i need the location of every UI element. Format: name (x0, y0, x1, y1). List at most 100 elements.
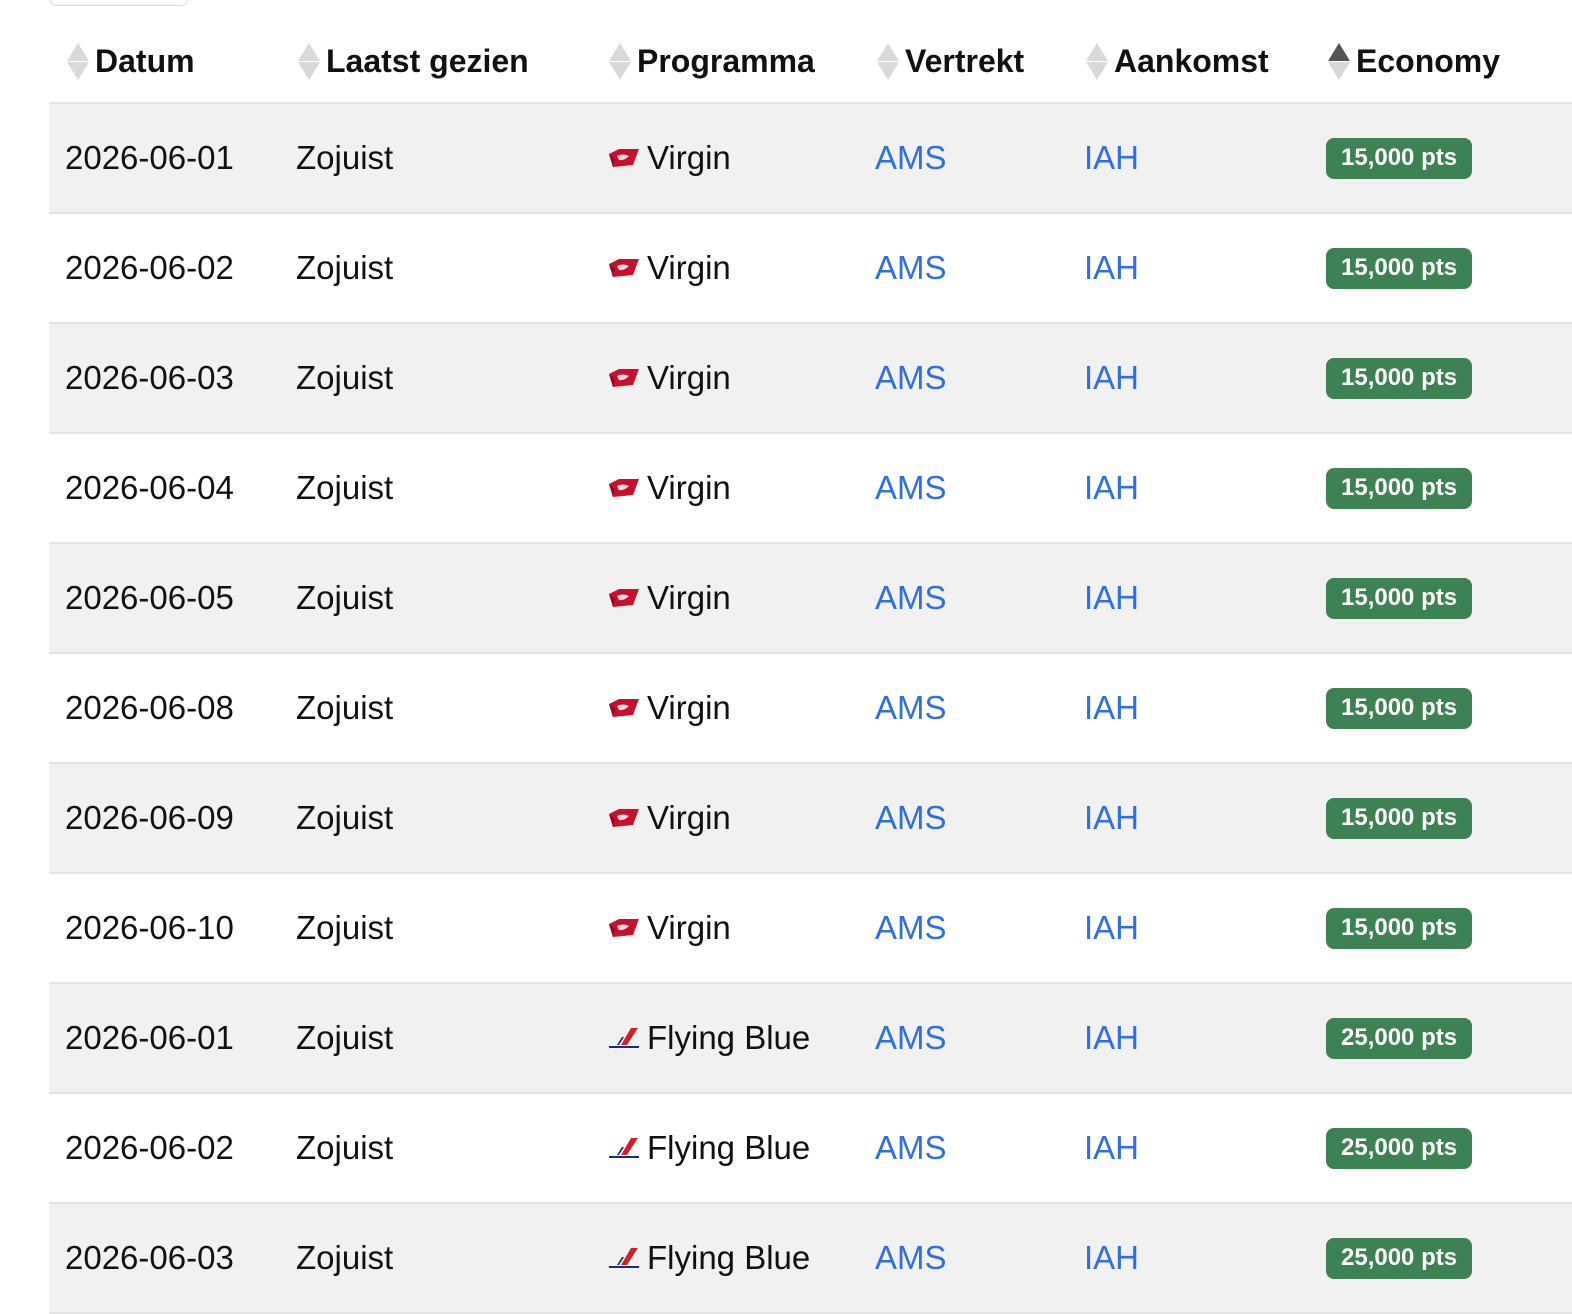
date-cell: 2026-06-02 (65, 249, 234, 286)
points-badge[interactable]: 15,000 pts (1326, 687, 1473, 729)
virgin-logo-icon (609, 149, 639, 167)
program-cell: Virgin (607, 434, 731, 542)
arrival-link[interactable]: IAH (1084, 874, 1139, 982)
arrival-link[interactable]: IAH (1084, 1094, 1139, 1202)
table-row[interactable]: 2026-06-10 Zojuist Virgin AMS IAH 15,000 pts (49, 874, 1572, 984)
top-tab-control[interactable] (50, 0, 188, 6)
points-badge[interactable]: 25,000 pts (1326, 1017, 1473, 1059)
column-header-label: Laatst gezien (326, 42, 529, 79)
program-cell: Virgin (607, 654, 731, 762)
departure-link[interactable]: AMS (875, 984, 947, 1092)
program-cell: Virgin (607, 214, 731, 322)
points-badge[interactable]: 25,000 pts (1326, 1237, 1473, 1279)
departure-link[interactable]: AMS (875, 874, 947, 982)
points-badge[interactable]: 25,000 pts (1326, 1127, 1473, 1169)
points-badge[interactable]: 15,000 pts (1326, 797, 1473, 839)
economy-cell: 15,000 pts (1326, 654, 1473, 762)
program-cell: Virgin (607, 544, 731, 652)
virgin-logo-icon (609, 919, 639, 937)
column-header-program[interactable]: Programma (607, 20, 815, 102)
points-badge[interactable]: 15,000 pts (1326, 357, 1473, 399)
points-badge[interactable]: 15,000 pts (1326, 247, 1473, 289)
arrival-link[interactable]: IAH (1084, 654, 1139, 762)
economy-cell: 25,000 pts (1326, 984, 1473, 1092)
points-badge[interactable]: 15,000 pts (1326, 137, 1473, 179)
economy-cell: 15,000 pts (1326, 214, 1473, 322)
last-seen-cell: Zojuist (296, 1239, 394, 1276)
table-row[interactable]: 2026-06-02 Zojuist Virgin AMS IAH 15,000 pts (49, 214, 1572, 324)
program-cell: Virgin (607, 104, 731, 212)
column-header-last-seen[interactable]: Laatst gezien (296, 20, 529, 102)
economy-cell: 25,000 pts (1326, 1094, 1473, 1202)
points-badge[interactable]: 15,000 pts (1326, 577, 1473, 619)
date-cell: 2026-06-09 (65, 799, 234, 836)
program-name: Flying Blue (647, 1019, 811, 1056)
table-row[interactable]: 2026-06-02 Zojuist Flying Blue AMS IAH 25,000… (49, 1094, 1572, 1204)
sort-icon (1084, 41, 1110, 81)
table-row[interactable]: 2026-06-05 Zojuist Virgin AMS IAH 15,000 pts (49, 544, 1572, 654)
departure-link[interactable]: AMS (875, 764, 947, 872)
program-name: Flying Blue (647, 1239, 811, 1276)
economy-cell: 15,000 pts (1326, 544, 1473, 652)
departure-link[interactable]: AMS (875, 654, 947, 762)
program-cell: Flying Blue (607, 984, 810, 1092)
program-cell: Flying Blue (607, 1094, 810, 1202)
date-cell: 2026-06-01 (65, 1019, 234, 1056)
economy-cell: 15,000 pts (1326, 874, 1473, 982)
column-header-departure[interactable]: Vertrekt (875, 20, 1024, 102)
departure-link[interactable]: AMS (875, 214, 947, 322)
table-row[interactable]: 2026-06-01 Zojuist Flying Blue AMS IAH 25,000… (49, 984, 1572, 1094)
column-header-date[interactable]: Datum (65, 20, 195, 102)
table-row[interactable]: 2026-06-04 Zojuist Virgin AMS IAH 15,000 pts (49, 434, 1572, 544)
program-name: Virgin (647, 469, 731, 506)
table-row[interactable]: 2026-06-03 Zojuist Flying Blue AMS IAH 25,000… (49, 1204, 1572, 1314)
departure-link[interactable]: AMS (875, 544, 947, 652)
arrival-link[interactable]: IAH (1084, 434, 1139, 542)
column-header-arrival[interactable]: Aankomst (1084, 20, 1269, 102)
column-header-label: Aankomst (1114, 42, 1269, 79)
program-cell: Virgin (607, 764, 731, 872)
program-name: Virgin (647, 579, 731, 616)
results-table: Datum Laatst gezien Programma Vertrekt A… (49, 20, 1572, 1314)
program-cell: Flying Blue (607, 1204, 810, 1312)
table-row[interactable]: 2026-06-08 Zojuist Virgin AMS IAH 15,000 pts (49, 654, 1572, 764)
last-seen-cell: Zojuist (296, 799, 394, 836)
column-header-label: Economy (1356, 42, 1501, 79)
table-row[interactable]: 2026-06-01 Zojuist Virgin AMS IAH 15,000 pts (49, 104, 1572, 214)
sort-icon (296, 41, 322, 81)
table-header: Datum Laatst gezien Programma Vertrekt A… (49, 20, 1572, 104)
virgin-logo-icon (609, 479, 639, 497)
arrival-link[interactable]: IAH (1084, 1204, 1139, 1312)
departure-link[interactable]: AMS (875, 1204, 947, 1312)
departure-link[interactable]: AMS (875, 434, 947, 542)
date-cell: 2026-06-05 (65, 579, 234, 616)
sort-icon (607, 41, 633, 81)
program-cell: Virgin (607, 324, 731, 432)
date-cell: 2026-06-02 (65, 1129, 234, 1166)
date-cell: 2026-06-08 (65, 689, 234, 726)
air-france-logo-icon (609, 1028, 639, 1048)
economy-cell: 15,000 pts (1326, 434, 1473, 542)
departure-link[interactable]: AMS (875, 104, 947, 212)
virgin-logo-icon (609, 589, 639, 607)
arrival-link[interactable]: IAH (1084, 104, 1139, 212)
departure-link[interactable]: AMS (875, 1094, 947, 1202)
points-badge[interactable]: 15,000 pts (1326, 907, 1473, 949)
table-row[interactable]: 2026-06-09 Zojuist Virgin AMS IAH 15,000 pts (49, 764, 1572, 874)
arrival-link[interactable]: IAH (1084, 324, 1139, 432)
departure-link[interactable]: AMS (875, 324, 947, 432)
points-badge[interactable]: 15,000 pts (1326, 467, 1473, 509)
column-header-economy[interactable]: Economy (1326, 20, 1500, 102)
program-name: Virgin (647, 359, 731, 396)
last-seen-cell: Zojuist (296, 579, 394, 616)
last-seen-cell: Zojuist (296, 689, 394, 726)
arrival-link[interactable]: IAH (1084, 764, 1139, 872)
arrival-link[interactable]: IAH (1084, 544, 1139, 652)
table-row[interactable]: 2026-06-03 Zojuist Virgin AMS IAH 15,000 pts (49, 324, 1572, 434)
last-seen-cell: Zojuist (296, 249, 394, 286)
air-france-logo-icon (609, 1248, 639, 1268)
arrival-link[interactable]: IAH (1084, 984, 1139, 1092)
arrival-link[interactable]: IAH (1084, 214, 1139, 322)
sort-ascending-icon (1326, 41, 1352, 81)
last-seen-cell: Zojuist (296, 139, 394, 176)
